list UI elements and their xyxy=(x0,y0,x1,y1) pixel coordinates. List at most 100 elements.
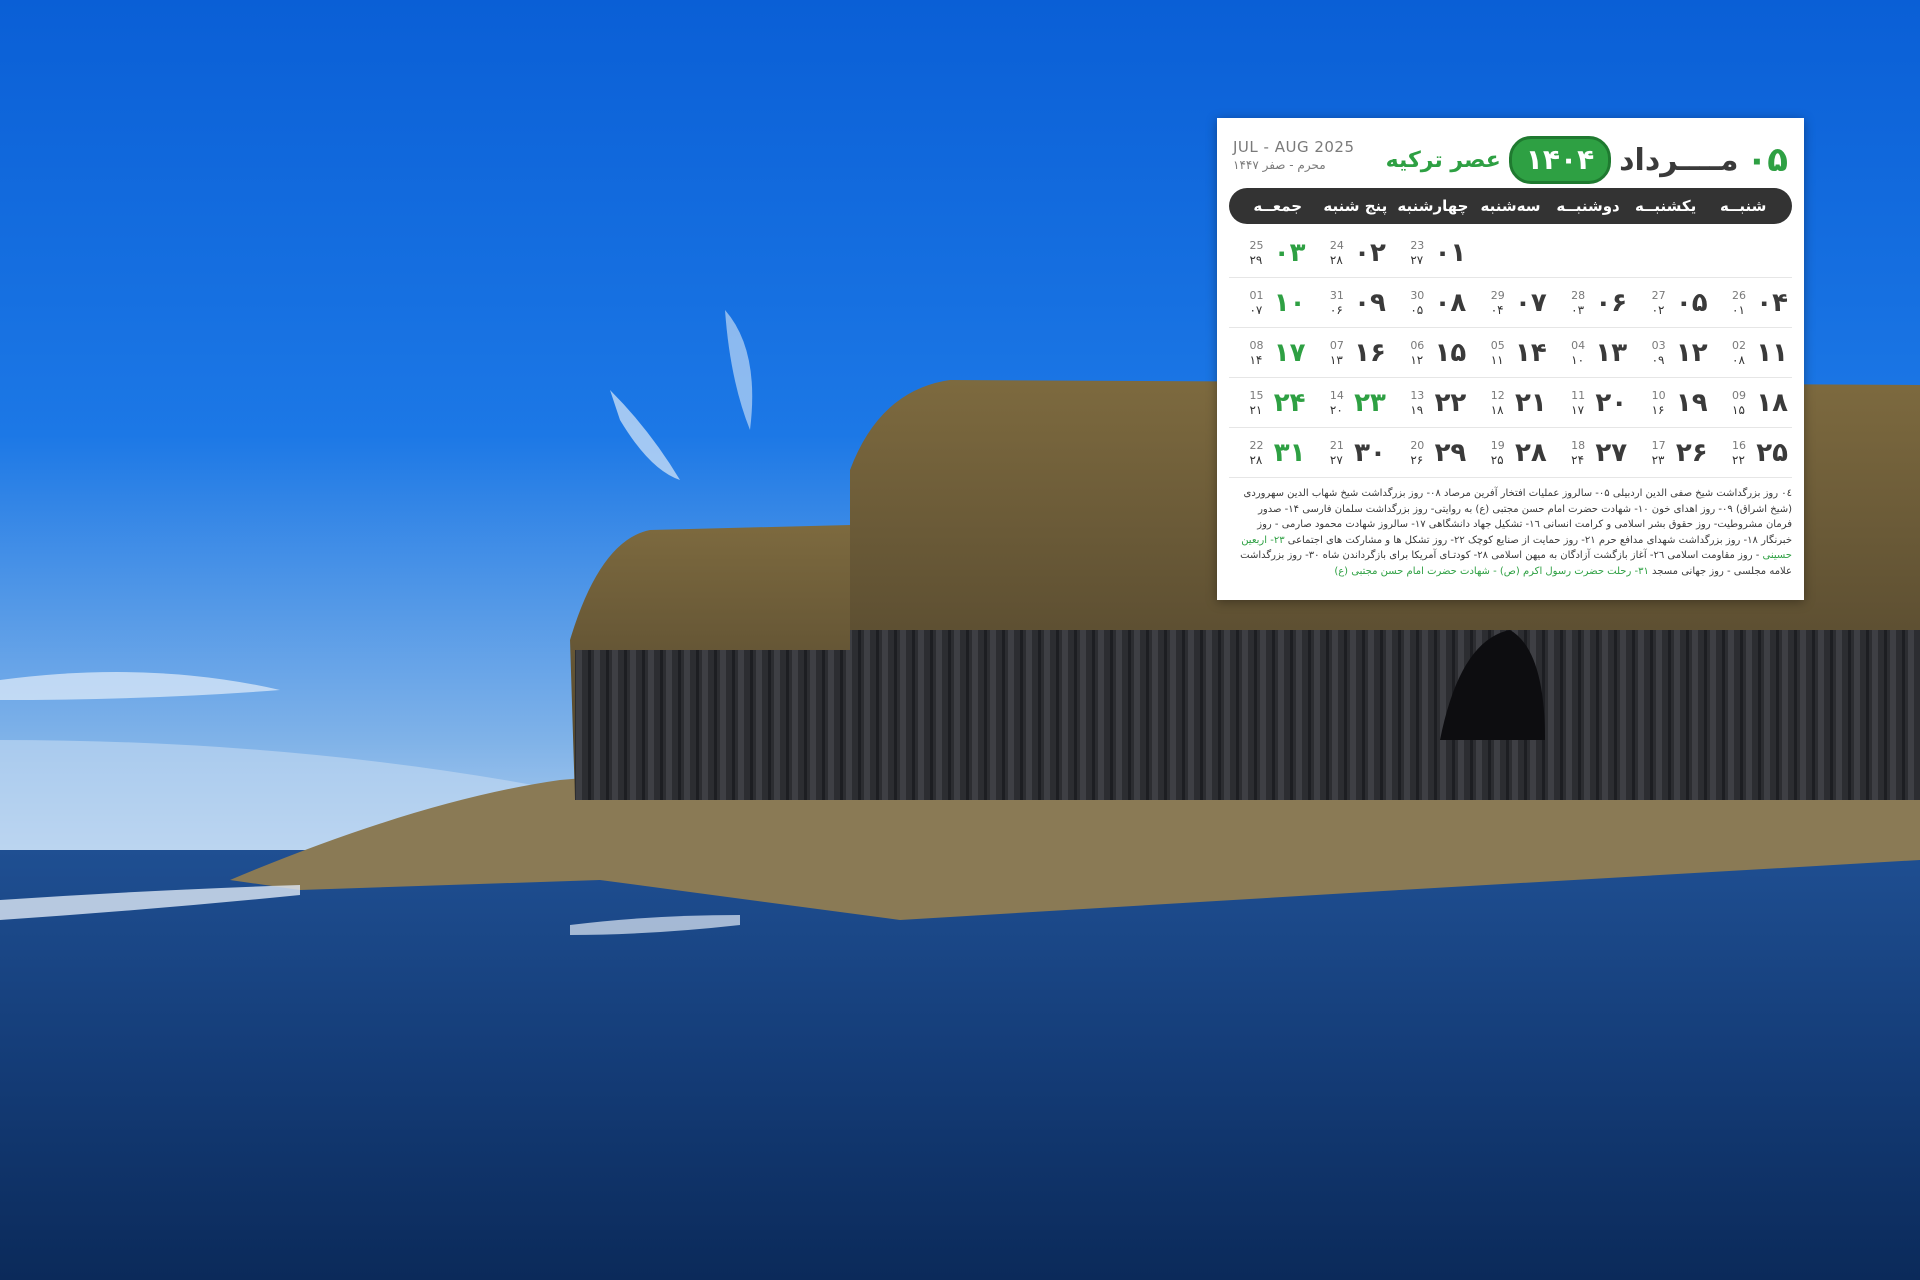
gregorian-day-number: 31 xyxy=(1329,288,1344,302)
secondary-day-numbers: 31 ۰۶ xyxy=(1330,289,1344,317)
secondary-day-numbers: 01 ۰۷ xyxy=(1249,289,1263,317)
solar-day-number: ۲۹ xyxy=(1434,437,1467,468)
hijri-day-number: ۰۷ xyxy=(1249,302,1263,317)
gregorian-day-number: 25 xyxy=(1249,238,1264,252)
gregorian-day-number: 14 xyxy=(1329,388,1344,402)
occasions-notes: ۰٤ روز بزرگداشت شیخ صفی الدین اردبیلی ۰۵… xyxy=(1229,486,1792,579)
day-cell[interactable]: ۱۴ 05 ۱۱ xyxy=(1470,338,1550,368)
day-cell[interactable]: ۲۶ 17 ۲۳ xyxy=(1631,438,1711,468)
day-cell[interactable]: ۲۱ 12 ۱۸ xyxy=(1470,388,1550,418)
hijri-day-number: ۱۴ xyxy=(1249,352,1263,367)
secondary-day-numbers: 12 ۱۸ xyxy=(1491,389,1505,417)
day-cell[interactable]: ۱۶ 07 ۱۳ xyxy=(1309,338,1389,368)
calendar-week-row: ۰۱ 23 ۲۷ ۰۲ 24 ۲۸ ۰۳ 25 ۲۹ xyxy=(1229,228,1792,278)
secondary-date-info: JUL - AUG 2025 محرم - صفر ۱۴۴۷ xyxy=(1233,138,1355,172)
solar-day-number: ۲۶ xyxy=(1675,437,1708,468)
day-cell[interactable]: ۱۲ 03 ۰۹ xyxy=(1631,338,1711,368)
day-cell[interactable]: ۱۷ 08 ۱۴ xyxy=(1229,338,1309,368)
solar-day-number: ۰۴ xyxy=(1756,287,1788,318)
day-cell[interactable]: ۲۵ 16 ۲۲ xyxy=(1712,438,1792,468)
day-cell[interactable]: ۲۷ 18 ۲۴ xyxy=(1551,438,1631,468)
solar-day-number: ۱۰ xyxy=(1273,287,1306,318)
gregorian-day-number: 22 xyxy=(1249,438,1264,452)
secondary-day-numbers: 16 ۲۲ xyxy=(1732,439,1746,467)
hijri-day-number: ۱۸ xyxy=(1490,402,1504,417)
day-cell[interactable]: ۱۸ 09 ۱۵ xyxy=(1712,388,1792,418)
day-cell[interactable]: ۲۰ 11 ۱۷ xyxy=(1551,388,1631,418)
brand-logo-text: عصر ترکیه xyxy=(1385,147,1501,173)
day-cell[interactable]: ۲۹ 20 ۲۶ xyxy=(1390,438,1470,468)
secondary-day-numbers: 18 ۲۴ xyxy=(1571,439,1585,467)
day-cell[interactable]: ۱۹ 10 ۱۶ xyxy=(1631,388,1711,418)
secondary-day-numbers: 09 ۱۵ xyxy=(1732,389,1746,417)
secondary-day-numbers: 07 ۱۳ xyxy=(1330,339,1344,367)
secondary-day-numbers: 23 ۲۷ xyxy=(1410,239,1424,267)
day-cell[interactable]: ۰۷ 29 ۰۴ xyxy=(1470,288,1550,318)
solar-day-number: ۰۳ xyxy=(1273,237,1306,268)
occasion-note: ۰٤ روز بزرگداشت شیخ صفی الدین اردبیلی ۰۵… xyxy=(1243,488,1792,546)
secondary-day-numbers: 24 ۲۸ xyxy=(1330,239,1344,267)
secondary-day-numbers: 05 ۱۱ xyxy=(1491,339,1505,367)
year-badge: ۱۴۰۴ xyxy=(1508,136,1612,184)
day-cell[interactable]: ۰۱ 23 ۲۷ xyxy=(1390,238,1470,268)
gregorian-day-number: 30 xyxy=(1410,288,1425,302)
day-cell[interactable]: ۰۵ 27 ۰۲ xyxy=(1631,288,1711,318)
hijri-day-number: ۱۵ xyxy=(1732,402,1745,417)
solar-day-number: ۰۵ xyxy=(1675,287,1708,318)
secondary-day-numbers: 17 ۲۳ xyxy=(1652,439,1666,467)
solar-day-number: ۱۶ xyxy=(1354,337,1386,368)
holiday-note: ۳۱- رحلت حضرت رسول اکرم (ص) - شهادت حضرت… xyxy=(1334,565,1649,577)
hijri-day-number: ۲۷ xyxy=(1410,252,1424,267)
hijri-day-number: ۲۰ xyxy=(1329,402,1343,417)
day-cell[interactable]: ۰۸ 30 ۰۵ xyxy=(1390,288,1470,318)
solar-day-number: ۱۸ xyxy=(1756,387,1788,418)
hijri-range: محرم - صفر ۱۴۴۷ xyxy=(1233,158,1326,172)
secondary-day-numbers: 29 ۰۴ xyxy=(1491,289,1505,317)
day-cell[interactable]: ۰۳ 25 ۲۹ xyxy=(1229,238,1309,268)
solar-day-number: ۱۵ xyxy=(1434,337,1467,368)
weekday-label: سه‌شنبه xyxy=(1480,197,1541,215)
solar-day-number: ۰۱ xyxy=(1434,237,1467,268)
calendar-week-row: ۱۱ 02 ۰۸ ۱۲ 03 ۰۹ ۱۳ 04 ۱۰ ۱۴ 05 ۱۱ ۱۵ 06 ۱۲ ۱۶ 07 ۱۳ ۱۷ 08… xyxy=(1229,328,1792,378)
secondary-day-numbers: 26 ۰۱ xyxy=(1732,289,1746,317)
day-cell[interactable]: ۱۵ 06 ۱۲ xyxy=(1390,338,1470,368)
weekday-label: دوشنبــه xyxy=(1556,197,1620,215)
solar-day-number: ۲۱ xyxy=(1514,387,1547,418)
gregorian-day-number: 17 xyxy=(1651,438,1666,452)
day-cell[interactable]: ۲۲ 13 ۱۹ xyxy=(1390,388,1470,418)
hijri-day-number: ۲۴ xyxy=(1571,452,1585,467)
hijri-day-number: ۲۵ xyxy=(1490,452,1504,467)
gregorian-day-number: 09 xyxy=(1732,388,1746,402)
day-cell[interactable]: ۰۲ 24 ۲۸ xyxy=(1309,238,1389,268)
day-cell[interactable]: ۲۳ 14 ۲۰ xyxy=(1309,388,1389,418)
hijri-day-number: ۱۶ xyxy=(1651,402,1665,417)
day-cell[interactable]: ۲۴ 15 ۲۱ xyxy=(1229,388,1309,418)
solar-day-number: ۲۲ xyxy=(1434,387,1467,418)
secondary-day-numbers: 15 ۲۱ xyxy=(1249,389,1263,417)
day-cell[interactable]: ۰۴ 26 ۰۱ xyxy=(1712,288,1792,318)
day-cell[interactable]: ۱۰ 01 ۰۷ xyxy=(1229,288,1309,318)
day-cell[interactable]: ۳۰ 21 ۲۷ xyxy=(1309,438,1389,468)
day-cell[interactable]: ۲۸ 19 ۲۵ xyxy=(1470,438,1550,468)
hijri-day-number: ۲۹ xyxy=(1249,252,1263,267)
calendar-week-row: ۱۸ 09 ۱۵ ۱۹ 10 ۱۶ ۲۰ 11 ۱۷ ۲۱ 12 ۱۸ ۲۲ 13 ۱۹ ۲۳ 14 ۲۰ ۲۴ 15… xyxy=(1229,378,1792,428)
solar-day-number: ۱۱ xyxy=(1756,337,1788,368)
day-cell[interactable]: ۰۹ 31 ۰۶ xyxy=(1309,288,1389,318)
solar-day-number: ۲۴ xyxy=(1273,387,1306,418)
gregorian-day-number: 07 xyxy=(1329,338,1344,352)
day-cell[interactable]: ۱۱ 02 ۰۸ xyxy=(1712,338,1792,368)
secondary-day-numbers: 11 ۱۷ xyxy=(1571,389,1585,417)
hijri-day-number: ۲۱ xyxy=(1249,402,1263,417)
gregorian-day-number: 10 xyxy=(1651,388,1666,402)
hijri-day-number: ۱۰ xyxy=(1571,352,1585,367)
day-cell[interactable]: ۳۱ 22 ۲۸ xyxy=(1229,438,1309,468)
calendar-week-row: ۲۵ 16 ۲۲ ۲۶ 17 ۲۳ ۲۷ 18 ۲۴ ۲۸ 19 ۲۵ ۲۹ 20 ۲۶ ۳۰ 21 ۲۷ ۳۱ 22… xyxy=(1229,428,1792,478)
gregorian-day-number: 04 xyxy=(1571,338,1586,352)
day-cell[interactable]: ۱۳ 04 ۱۰ xyxy=(1551,338,1631,368)
calendar-grid: ۰۱ 23 ۲۷ ۰۲ 24 ۲۸ ۰۳ 25 ۲۹ ۰۴ 26 ۰۱ ۰۵ 27 ۰۲ ۰۶ 28 ۰۳ ۰۷ 29… xyxy=(1229,228,1792,478)
day-cell[interactable]: ۰۶ 28 ۰۳ xyxy=(1551,288,1631,318)
secondary-day-numbers: 06 ۱۲ xyxy=(1410,339,1424,367)
hijri-day-number: ۱۷ xyxy=(1571,402,1585,417)
gregorian-day-number: 02 xyxy=(1732,338,1746,352)
calendar-week-row: ۰۴ 26 ۰۱ ۰۵ 27 ۰۲ ۰۶ 28 ۰۳ ۰۷ 29 ۰۴ ۰۸ 30 ۰۵ ۰۹ 31 ۰۶ ۱۰ 01… xyxy=(1229,278,1792,328)
